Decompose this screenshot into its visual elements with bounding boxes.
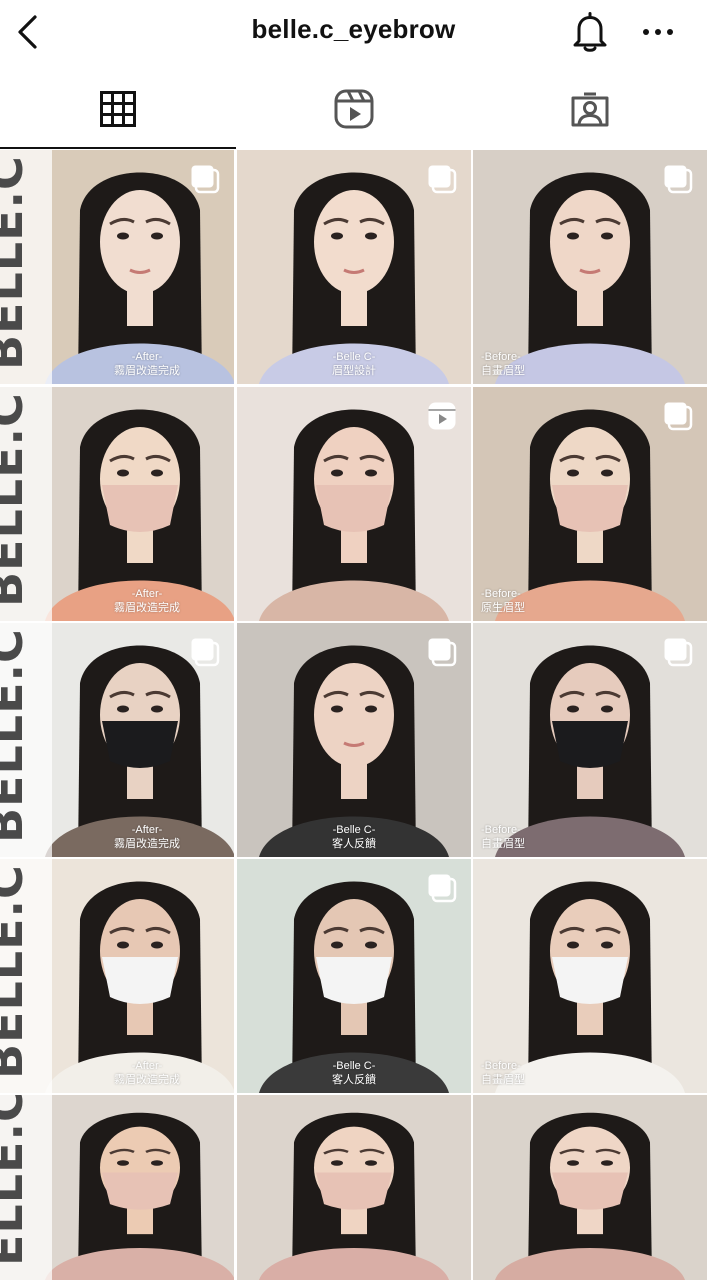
carousel-icon — [191, 638, 220, 667]
post-caption-text: 自畫眉型 — [481, 365, 525, 377]
brand-strip: BELLE.C — [0, 387, 52, 621]
post-caption-text: 自畫眉型 — [481, 838, 525, 850]
post-thumbnail[interactable] — [473, 1095, 707, 1280]
tab-grid[interactable] — [0, 70, 236, 148]
post-caption-label: -After- — [131, 588, 163, 600]
post-caption-text: 眉型設計 — [332, 365, 376, 377]
post-thumbnail[interactable]: BELLE.C -After- 霧眉改造完成 — [0, 859, 234, 1093]
post-caption-text: 霧眉改造完成 — [114, 365, 180, 377]
post-caption-label: -Belle C- — [332, 1060, 376, 1072]
post-thumbnail[interactable]: -Belle C- 客人反饋 — [237, 623, 471, 857]
post-thumbnail[interactable]: -Before- 自畫眉型 — [473, 859, 707, 1093]
brand-watermark: BELLE.C — [0, 628, 33, 843]
profile-tabs — [0, 70, 707, 150]
face-mask-overlay — [552, 957, 628, 1004]
brand-watermark: BELLE.C — [0, 155, 33, 370]
post-caption-text: 霧眉改造完成 — [114, 838, 180, 850]
notification-button[interactable] — [568, 10, 612, 54]
post-caption-label: -Before- — [481, 1060, 521, 1072]
post-thumbnail[interactable]: -Before- 原生眉型 — [473, 387, 707, 621]
active-tab-indicator — [0, 147, 236, 149]
brand-strip: BELLE.C — [0, 859, 52, 1093]
post-caption-text: 客人反饋 — [332, 1074, 376, 1086]
post-thumbnail[interactable]: -Before- 自畫眉型 — [473, 150, 707, 384]
carousel-icon — [191, 165, 220, 194]
brand-watermark: BELLE.C — [0, 392, 33, 607]
more-options-button[interactable] — [636, 10, 680, 54]
carousel-icon — [428, 874, 457, 903]
post-caption-label: -Before- — [481, 824, 521, 836]
brand-watermark: ELLE.C — [0, 1095, 33, 1266]
tab-tagged[interactable] — [472, 70, 707, 148]
profile-header: belle.c_eyebrow — [0, 0, 707, 64]
post-grid: BELLE.C -After- 霧眉改造完成 -Belle C- 眉型設計 -Before… — [0, 150, 707, 1280]
post-caption-text: 原生眉型 — [481, 602, 525, 614]
reels-icon — [334, 89, 374, 129]
carousel-icon — [664, 165, 693, 194]
post-thumbnail[interactable]: -Before- 自畫眉型 — [473, 623, 707, 857]
post-thumbnail[interactable]: ELLE.C — [0, 1095, 234, 1280]
brand-watermark: BELLE.C — [0, 864, 33, 1079]
post-thumbnail[interactable]: BELLE.C -After- 霧眉改造完成 — [0, 150, 234, 384]
face-mask-overlay — [552, 1172, 628, 1210]
post-caption-label: -After- — [131, 824, 163, 836]
post-caption-text: 霧眉改造完成 — [114, 1074, 180, 1086]
post-thumbnail[interactable]: -Belle C- 客人反饋 — [237, 859, 471, 1093]
post-caption-label: -Before- — [481, 588, 521, 600]
post-caption-label: -Belle C- — [332, 824, 376, 836]
grid-icon — [100, 91, 136, 127]
tab-reels[interactable] — [236, 70, 472, 148]
post-caption-text: 霧眉改造完成 — [114, 602, 180, 614]
post-caption-label: -After- — [131, 1060, 163, 1072]
carousel-icon — [428, 638, 457, 667]
bell-icon — [573, 12, 607, 52]
carousel-icon — [428, 165, 457, 194]
post-caption-label: -After- — [131, 351, 163, 363]
carousel-icon — [664, 638, 693, 667]
post-caption-label: -Belle C- — [332, 351, 376, 363]
post-thumbnail[interactable] — [237, 1095, 471, 1280]
post-caption-text: 自畫眉型 — [481, 1074, 525, 1086]
tagged-user-icon — [571, 92, 609, 127]
post-thumbnail[interactable]: -Belle C- 眉型設計 — [237, 150, 471, 384]
brand-strip: BELLE.C — [0, 150, 52, 384]
more-horizontal-icon — [643, 29, 673, 35]
post-thumbnail[interactable]: BELLE.C -After- 霧眉改造完成 — [0, 623, 234, 857]
post-thumbnail[interactable] — [237, 387, 471, 621]
post-caption-text: 客人反饋 — [332, 838, 376, 850]
post-caption-label: -Before- — [481, 351, 521, 363]
carousel-icon — [664, 402, 693, 431]
brand-strip: ELLE.C — [0, 1095, 52, 1280]
brand-strip: BELLE.C — [0, 623, 52, 857]
reels-icon — [428, 402, 456, 430]
face-mask-overlay — [316, 1172, 392, 1210]
post-thumbnail[interactable]: BELLE.C -After- 霧眉改造完成 — [0, 387, 234, 621]
